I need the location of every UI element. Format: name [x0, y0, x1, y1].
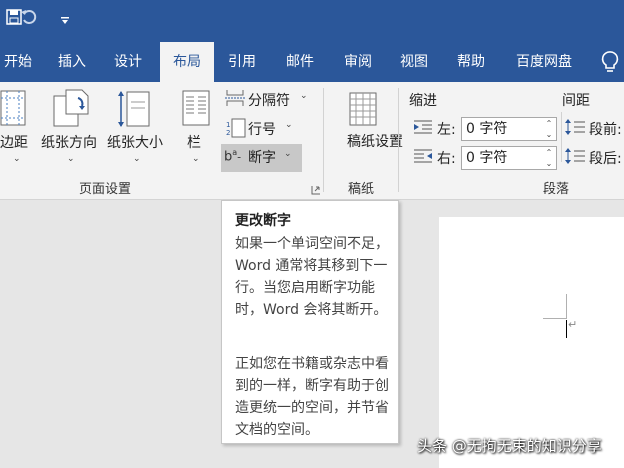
- chevron-down-icon: ⌄: [13, 154, 21, 164]
- orientation-icon: [52, 88, 90, 132]
- text-cursor: [566, 320, 567, 338]
- hyphenation-icon: ba-: [224, 148, 242, 165]
- size-icon: [118, 88, 152, 134]
- draft-paper-icon: [349, 92, 377, 130]
- ribbon-tabs: 开始 插入 设计 布局 引用 邮件 审阅 视图 帮助 百度网盘: [0, 42, 624, 82]
- breaks-label: 分隔符: [248, 93, 290, 109]
- spinner-arrows-icon[interactable]: ⌃ ⌄: [542, 118, 556, 140]
- indent-right-icon: [414, 148, 432, 168]
- svg-text:2: 2: [226, 129, 230, 137]
- draft-settings-label: 稿纸设置: [347, 134, 403, 150]
- line-numbers-label: 行号: [248, 122, 276, 138]
- paragraph-mark-icon: ↵: [568, 318, 578, 331]
- indent-right-label: 右:: [437, 151, 456, 167]
- tab-help[interactable]: 帮助: [448, 42, 494, 82]
- indent-right-value: 0 字符: [466, 150, 508, 166]
- margins-icon: [0, 90, 26, 130]
- hyphenation-tooltip: 更改断字 如果一个单词空间不足，Word 通常将其移到下一行。当您启用断字功能时…: [221, 200, 399, 444]
- spacing-before-label: 段前:: [589, 122, 622, 138]
- title-bar: [0, 0, 624, 42]
- page-corner-mark: [566, 294, 567, 318]
- group-separator: [398, 88, 399, 192]
- orientation-label: 纸张方向: [41, 135, 97, 151]
- group-separator: [323, 88, 324, 192]
- spacing-before-icon: [565, 118, 585, 140]
- tab-home[interactable]: 开始: [0, 42, 36, 82]
- page-setup-dialog-launcher-icon[interactable]: [311, 180, 321, 199]
- spacing-title: 间距: [562, 93, 590, 109]
- hyphenation-label: 断字: [248, 150, 276, 166]
- tab-review[interactable]: 审阅: [336, 42, 380, 82]
- tab-design[interactable]: 设计: [106, 42, 150, 82]
- indent-title: 缩进: [409, 93, 437, 109]
- margins-label: 页边距: [0, 135, 28, 151]
- ribbon-layout-panel: 页边距 ⌄ 纸张方向 ⌄ 纸张大小 ⌄ 栏 ⌄ 分隔符 ⌄ 12: [0, 82, 624, 200]
- breaks-icon: [225, 89, 245, 111]
- spinner-arrows-icon[interactable]: ⌃ ⌄: [542, 147, 556, 169]
- chevron-down-icon: ⌄: [67, 154, 75, 164]
- watermark: 头条 @无拘无束的知识分享: [417, 437, 602, 455]
- svg-text:1: 1: [226, 121, 230, 129]
- tab-baidu-netdisk[interactable]: 百度网盘: [506, 42, 582, 82]
- chevron-down-icon: ⌄: [133, 154, 141, 164]
- tab-insert[interactable]: 插入: [50, 42, 94, 82]
- page-setup-group-label: 页面设置: [79, 182, 132, 197]
- draft-group-label: 稿纸: [348, 182, 375, 197]
- customize-icon[interactable]: [60, 8, 70, 32]
- indent-left-icon: [414, 119, 432, 139]
- tooltip-title: 更改断字: [235, 213, 291, 229]
- lightbulb-icon[interactable]: [600, 50, 622, 74]
- tooltip-paragraph-1: 如果一个单词空间不足，Word 通常将其移到下一行。当您启用断字功能时，Word…: [235, 236, 389, 318]
- tab-view[interactable]: 视图: [392, 42, 436, 82]
- tooltip-paragraph-2: 正如您在书籍或杂志中看到的一样，断字有助于创造更统一的空间，并节省文档的空间。: [235, 356, 389, 438]
- document-page[interactable]: [439, 217, 624, 468]
- chevron-down-icon: ⌄: [192, 154, 200, 164]
- tab-layout[interactable]: 布局: [160, 42, 214, 82]
- paragraph-group-label: 段落: [543, 182, 570, 197]
- indent-left-label: 左:: [437, 122, 456, 138]
- page-corner-mark: [543, 318, 567, 319]
- indent-left-value: 0 字符: [466, 121, 508, 137]
- spacing-after-label: 段后:: [589, 151, 622, 167]
- indent-left-input[interactable]: 0 字符 ⌃ ⌄: [461, 117, 557, 141]
- indent-right-input[interactable]: 0 字符 ⌃ ⌄: [461, 146, 557, 170]
- spacing-separator: [561, 112, 562, 162]
- tab-mailings[interactable]: 邮件: [278, 42, 322, 82]
- size-label: 纸张大小: [107, 135, 163, 151]
- chevron-down-icon: ⌄: [285, 120, 293, 130]
- hyphenation-button[interactable]: ba- 断字 ⌄: [221, 144, 302, 172]
- line-numbers-icon: 12: [226, 118, 246, 142]
- undo-icon[interactable]: [20, 8, 38, 33]
- tab-references[interactable]: 引用: [222, 42, 262, 82]
- chevron-down-icon: ⌄: [284, 149, 292, 159]
- chevron-down-icon: ⌄: [300, 91, 308, 101]
- spacing-after-icon: [565, 147, 585, 169]
- columns-icon: [182, 90, 210, 130]
- columns-label: 栏: [187, 135, 201, 151]
